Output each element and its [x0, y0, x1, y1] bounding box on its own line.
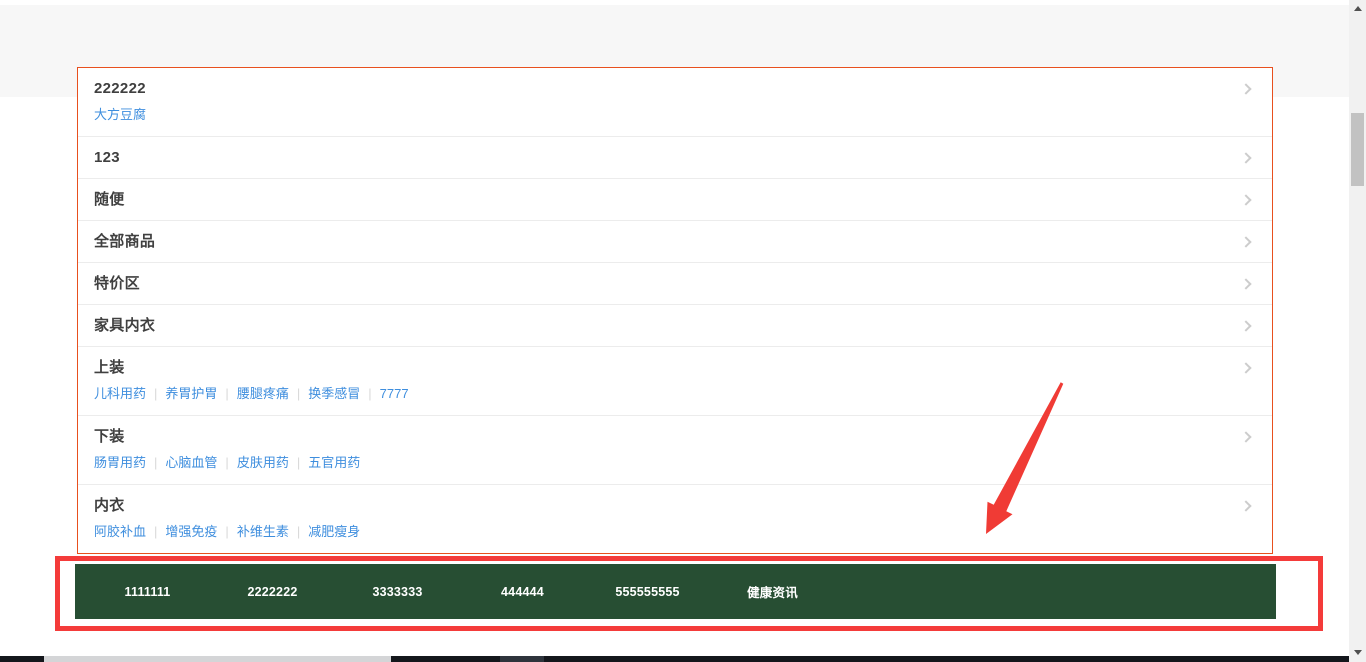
category-row[interactable]: 全部商品: [78, 221, 1272, 263]
sublink[interactable]: 增强免疫: [165, 524, 217, 539]
category-sublinks: 大方豆腐: [94, 106, 1232, 123]
chevron-right-icon[interactable]: [1240, 500, 1251, 511]
sublink-separator: |: [225, 386, 228, 401]
sublink[interactable]: 减肥瘦身: [308, 524, 360, 539]
scroll-down-icon: [1354, 650, 1362, 655]
chevron-right-icon[interactable]: [1240, 152, 1251, 163]
scroll-down-button[interactable]: [1349, 644, 1366, 660]
footer-nav-item[interactable]: 1111111: [85, 585, 210, 599]
sublink[interactable]: 大方豆腐: [94, 107, 146, 122]
category-title[interactable]: 特价区: [94, 274, 140, 293]
sublink-separator: |: [225, 524, 228, 539]
sublink-separator: |: [154, 524, 157, 539]
sublink[interactable]: 阿胶补血: [94, 524, 146, 539]
chevron-right-icon[interactable]: [1240, 278, 1251, 289]
scrollbar-thumb[interactable]: [1351, 113, 1364, 186]
category-sublinks: 阿胶补血 | 增强免疫 | 补维生素 | 减肥瘦身: [94, 523, 1232, 540]
category-row[interactable]: 上装 儿科用药 | 养胃护胃 | 腰腿疼痛 | 换季感冒 | 7777: [78, 347, 1272, 416]
chevron-right-icon[interactable]: [1240, 83, 1251, 94]
taskbar-segment: [500, 656, 544, 662]
vertical-scrollbar[interactable]: [1349, 0, 1366, 662]
chevron-right-icon[interactable]: [1240, 194, 1251, 205]
sublink[interactable]: 换季感冒: [308, 386, 360, 401]
category-row[interactable]: 下装 肠胃用药 | 心脑血管 | 皮肤用药 | 五官用药: [78, 416, 1272, 485]
chevron-right-icon[interactable]: [1240, 320, 1251, 331]
category-title[interactable]: 下装: [94, 427, 125, 446]
category-title[interactable]: 随便: [94, 190, 125, 209]
category-panel: 222222 大方豆腐 123 随便 全部商品 特价区 家具内衣 上装 儿科用药…: [77, 67, 1273, 554]
sublink-separator: |: [297, 524, 300, 539]
category-row[interactable]: 特价区: [78, 263, 1272, 305]
footer-nav: 111111122222223333333444444555555555健康资讯: [75, 564, 1276, 619]
footer-nav-item[interactable]: 444444: [460, 585, 585, 599]
sublink[interactable]: 心脑血管: [165, 455, 217, 470]
footer-nav-item[interactable]: 健康资讯: [710, 582, 835, 601]
category-row[interactable]: 家具内衣: [78, 305, 1272, 347]
taskbar-active-segment: [44, 656, 391, 662]
page: 222222 大方豆腐 123 随便 全部商品 特价区 家具内衣 上装 儿科用药…: [0, 0, 1366, 662]
category-sublinks: 儿科用药 | 养胃护胃 | 腰腿疼痛 | 换季感冒 | 7777: [94, 385, 1232, 402]
footer-nav-item[interactable]: 3333333: [335, 585, 460, 599]
sublink[interactable]: 补维生素: [237, 524, 289, 539]
sublink-separator: |: [154, 455, 157, 470]
taskbar-strip: [0, 656, 1349, 662]
sublink[interactable]: 皮肤用药: [237, 455, 289, 470]
category-row[interactable]: 123: [78, 137, 1272, 179]
footer-nav-item[interactable]: 2222222: [210, 585, 335, 599]
category-title[interactable]: 123: [94, 148, 120, 167]
sublink[interactable]: 7777: [380, 386, 409, 401]
category-row[interactable]: 随便: [78, 179, 1272, 221]
category-row[interactable]: 222222 大方豆腐: [78, 68, 1272, 137]
sublink[interactable]: 儿科用药: [94, 386, 146, 401]
sublink[interactable]: 肠胃用药: [94, 455, 146, 470]
category-row[interactable]: 内衣 阿胶补血 | 增强免疫 | 补维生素 | 减肥瘦身: [78, 485, 1272, 553]
category-title[interactable]: 222222: [94, 79, 146, 98]
chevron-right-icon[interactable]: [1240, 362, 1251, 373]
sublink-separator: |: [225, 455, 228, 470]
sublink[interactable]: 养胃护胃: [165, 386, 217, 401]
category-title[interactable]: 上装: [94, 358, 125, 377]
category-title[interactable]: 内衣: [94, 496, 125, 515]
chevron-right-icon[interactable]: [1240, 236, 1251, 247]
category-title[interactable]: 家具内衣: [94, 316, 155, 335]
scroll-up-button[interactable]: [1349, 0, 1366, 16]
footer-nav-item[interactable]: 555555555: [585, 585, 710, 599]
chevron-right-icon[interactable]: [1240, 431, 1251, 442]
sublink[interactable]: 腰腿疼痛: [237, 386, 289, 401]
sublink-separator: |: [154, 386, 157, 401]
sublink-separator: |: [297, 455, 300, 470]
sublink-separator: |: [368, 386, 371, 401]
sublink[interactable]: 五官用药: [308, 455, 360, 470]
category-sublinks: 肠胃用药 | 心脑血管 | 皮肤用药 | 五官用药: [94, 454, 1232, 471]
scroll-up-icon: [1354, 6, 1362, 11]
category-title[interactable]: 全部商品: [94, 232, 155, 251]
sublink-separator: |: [297, 386, 300, 401]
